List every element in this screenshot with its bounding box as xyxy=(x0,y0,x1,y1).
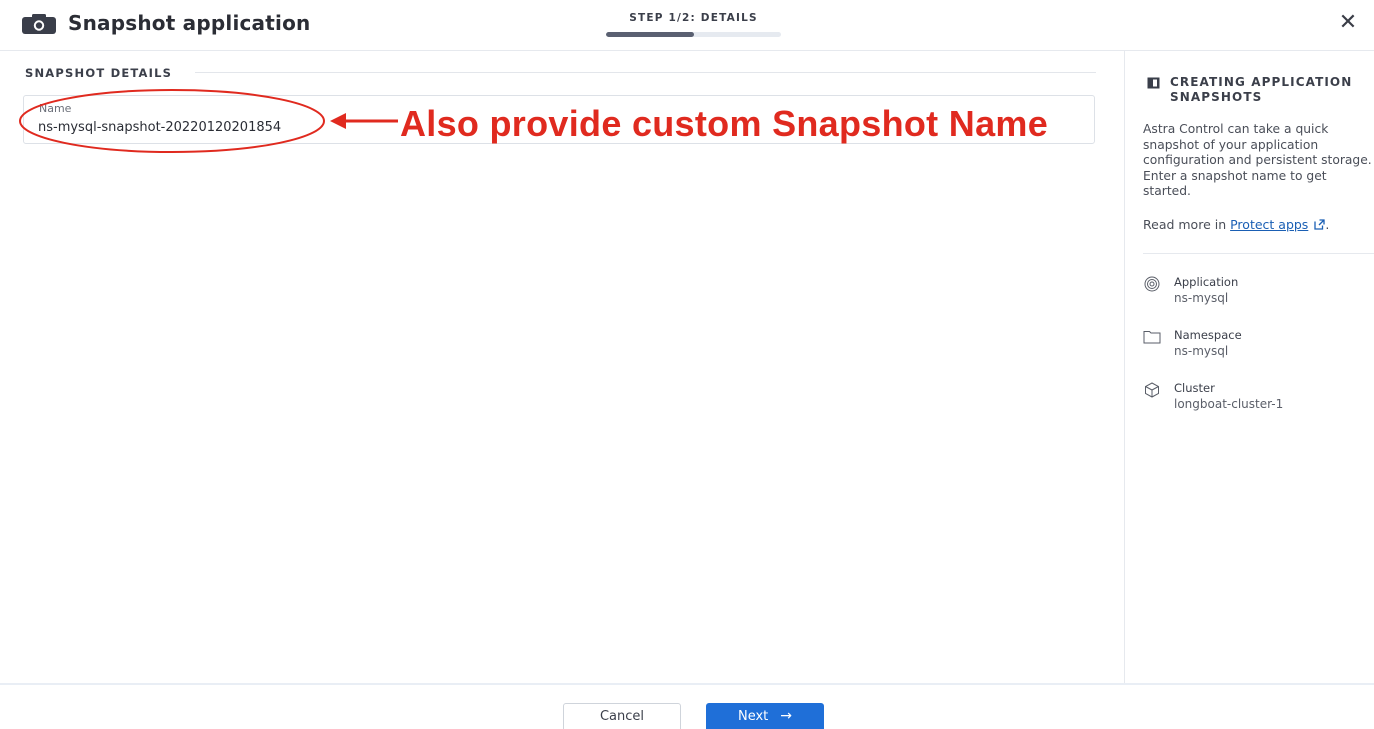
step-progress-fill xyxy=(606,32,694,37)
help-panel-title: CREATING APPLICATION SNAPSHOTS xyxy=(1170,75,1353,104)
step-indicator: STEP 1/2: DETAILS xyxy=(629,12,758,24)
application-icon xyxy=(1144,276,1160,292)
meta-cluster: Cluster longboat-cluster-1 xyxy=(1143,381,1374,415)
meta-application: Application ns-mysql xyxy=(1143,275,1374,309)
page-title: Snapshot application xyxy=(68,11,311,35)
section-divider xyxy=(195,72,1096,73)
meta-label: Cluster xyxy=(1174,381,1215,395)
meta-label: Application xyxy=(1174,275,1239,289)
folder-icon xyxy=(1143,331,1161,344)
snapshot-name-field[interactable]: Name xyxy=(23,95,1095,144)
close-button[interactable]: ✕ xyxy=(1335,10,1361,36)
book-icon xyxy=(1147,77,1160,89)
read-more-prefix: Read more in xyxy=(1143,217,1231,232)
snapshot-name-input[interactable] xyxy=(38,118,638,137)
name-field-label: Name xyxy=(39,102,72,115)
cancel-button-label: Cancel xyxy=(599,708,645,724)
external-link-icon[interactable] xyxy=(1314,219,1325,230)
help-panel-description: Astra Control can take a quick snapshot … xyxy=(1143,122,1372,198)
camera-icon xyxy=(22,14,56,34)
step-progress-bar xyxy=(606,32,781,37)
section-title: SNAPSHOT DETAILS xyxy=(25,66,173,80)
read-more-line: Read more in Protect apps . xyxy=(1143,217,1329,232)
cancel-button[interactable]: Cancel xyxy=(563,703,681,729)
help-panel: CREATING APPLICATION SNAPSHOTS Astra Con… xyxy=(1124,51,1374,683)
modal-header: Snapshot application STEP 1/2: DETAILS ✕ xyxy=(0,0,1374,51)
arrow-right-icon: → xyxy=(780,708,793,724)
meta-label: Namespace xyxy=(1174,328,1242,342)
modal-footer: Cancel Next → xyxy=(0,683,1374,729)
next-button-label: Next xyxy=(737,709,769,724)
next-button[interactable]: Next → xyxy=(706,703,824,729)
panel-divider xyxy=(1143,253,1374,254)
protect-apps-link[interactable]: Protect apps xyxy=(1230,217,1308,232)
meta-value: ns-mysql xyxy=(1174,344,1229,358)
meta-namespace: Namespace ns-mysql xyxy=(1143,328,1374,362)
meta-value: ns-mysql xyxy=(1174,291,1229,305)
read-more-suffix: . xyxy=(1325,217,1330,232)
cluster-icon xyxy=(1145,382,1159,398)
meta-value: longboat-cluster-1 xyxy=(1174,397,1284,411)
